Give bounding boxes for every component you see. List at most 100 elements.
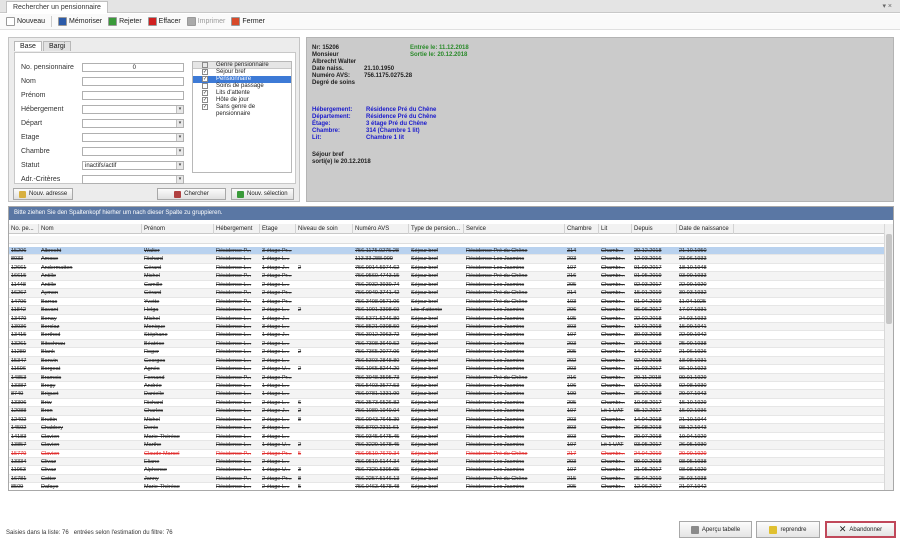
take-over-button[interactable]: reprendre	[756, 521, 820, 538]
delete-button[interactable]: Effacer	[147, 17, 181, 26]
cancel-button[interactable]: ✕ Abandonner	[825, 521, 896, 538]
field-input[interactable]: ▾	[82, 105, 184, 114]
table-row[interactable]: 13857 Clavien Marthe Résidence L... 1 étage …	[9, 441, 885, 450]
column-header[interactable]: Service	[464, 224, 565, 234]
field-input[interactable]: 0	[82, 63, 184, 72]
table-cell: Résidence Les Jasmins	[466, 383, 525, 389]
table-row[interactable]: 12661 Andermatten Gérard Résidence L... 1 ét…	[9, 264, 885, 273]
field-input[interactable]: ▾	[82, 133, 184, 142]
genre-item[interactable]: ✓ Séjour bref	[193, 69, 291, 76]
table-cell: Séjour bref	[411, 458, 438, 465]
table-row[interactable]: 13334 Clivaz Eliane Résidence L... 2 étage L…	[9, 457, 885, 467]
table-row[interactable]: 13936 Berclaz Monique Résidence L... 3 étage…	[9, 322, 885, 332]
chevron-down-icon[interactable]: ▾	[176, 106, 183, 113]
table-cell: Résidence P...	[216, 475, 252, 482]
print-button[interactable]: Imprimer	[186, 17, 225, 26]
checkbox[interactable]: ✓	[202, 76, 208, 82]
field-input[interactable]	[82, 91, 184, 100]
genre-item[interactable]: ✓ Hôte de jour	[193, 97, 291, 104]
table-row[interactable]: 16781 Cotter Janny Résidence P... 2 étage Pr…	[9, 474, 885, 484]
column-header[interactable]: Date de naissance	[677, 224, 734, 234]
table-row[interactable]: 13479 Benay Michel Résidence L... 1 étage J.…	[9, 315, 885, 323]
column-header[interactable]: Niveau de soin	[296, 224, 353, 234]
chevron-down-icon[interactable]: ▾	[176, 176, 183, 183]
field-label: Chambre	[21, 148, 50, 155]
table-row[interactable]: 13387 Bregy Andrée Résidence L... 1 étage L.…	[9, 382, 885, 391]
chevron-down-icon[interactable]: ▾	[176, 162, 183, 169]
scroll-thumb[interactable]	[886, 234, 892, 324]
table-row[interactable]: 8740 Briguet Danielle Résidence L... 1 étage…	[9, 390, 885, 399]
field-input[interactable]	[82, 77, 184, 86]
search-button[interactable]: Chercher	[157, 188, 226, 200]
field-input[interactable]: ▾	[82, 147, 184, 156]
column-header[interactable]: Numéro AVS	[353, 224, 409, 234]
new-address-button[interactable]: Nouv. adresse	[13, 188, 74, 200]
column-header[interactable]: Depuis	[632, 224, 677, 234]
table-cell: 15206	[11, 248, 27, 254]
table-row[interactable]: 11606 Borgeat Agnès Résidence L... 2 étage U…	[9, 365, 885, 374]
checkbox[interactable]: ✓	[202, 104, 208, 110]
genre-item[interactable]: Soins de passage	[193, 83, 291, 90]
table-row[interactable]: 8509 Dafaye Marie-Thérèse Résidence L... 2 é…	[9, 483, 885, 490]
column-header[interactable]: No. pe...	[9, 224, 39, 234]
genre-item[interactable]: ✓ Pensionnaire	[193, 76, 291, 83]
table-row[interactable]: 14706 Barras Yvette Résidence P... 1 étage P…	[9, 298, 885, 307]
checkbox[interactable]: ✓	[202, 69, 208, 75]
group-by-bar[interactable]: Bitte ziehen Sie den Spaltenkopf hierher…	[9, 207, 893, 220]
table-row[interactable]: 14853 Bramois Fernand Résidence P... 2 étage…	[9, 373, 885, 382]
vertical-scrollbar[interactable]	[884, 224, 893, 490]
table-row[interactable]: 13261 Bitschnau Béatrice Résidence L... 2 ét…	[9, 339, 885, 349]
table-cell: Lits d'attente	[411, 307, 443, 314]
checkbox[interactable]	[202, 83, 208, 89]
genre-item[interactable]: ✓ Lits d'attente	[193, 90, 291, 97]
table-cell: 26.05.1930	[679, 442, 707, 449]
table-row[interactable]: 13306 Briw Richard Résidence L... 2 étage L.…	[9, 399, 885, 408]
close-button[interactable]: Fermer	[231, 17, 265, 26]
table-row[interactable]: 14183 Clavien Marie-Thérèse Résidence L... 3…	[9, 433, 885, 442]
table-preview-button[interactable]: Aperçu tabelle	[679, 521, 752, 538]
genre-item[interactable]: ✓ Sans genre de pensionnaire	[193, 104, 291, 117]
table-row[interactable]: 16615 Antille Michel Résidence P... 2 étage …	[9, 272, 885, 281]
table-row[interactable]: 11842 Bavant Helga Résidence L... 2 étage L.…	[9, 306, 885, 315]
table-cell: 756.1089.1949.04	[355, 408, 400, 415]
table-row[interactable]: 15206 Albrecht Walter Résidence P... 3 étage…	[9, 247, 885, 256]
table-row[interactable]: 11963 Clivaz Alphonse Résidence L... 1 étage…	[9, 466, 885, 475]
table-cell: Résidence Les Jasmins	[466, 340, 525, 347]
checkbox[interactable]: ✓	[202, 90, 208, 96]
column-header[interactable]: Hébergement	[214, 224, 260, 234]
column-header[interactable]: Lit	[599, 224, 632, 234]
table-cell: 8033	[11, 256, 24, 263]
chevron-down-icon[interactable]: ▾	[176, 148, 183, 155]
table-row[interactable]: 14502 Chabbey Denis Résidence L... 3 étage L…	[9, 424, 885, 433]
field-input[interactable]: inactifs/actif ▾	[82, 161, 184, 170]
column-header[interactable]: Etage	[260, 224, 296, 234]
column-header[interactable]: Prénom	[142, 224, 214, 234]
new-button[interactable]: Nouveau	[6, 17, 45, 26]
table-row[interactable]: 13415 Berthod Stéphane Résidence L... 1 étag…	[9, 331, 885, 340]
field-input[interactable]: ▾	[82, 119, 184, 128]
table-row[interactable]: 8033 Amose Richard Résidence L... 1 étage L.…	[9, 255, 885, 264]
table-row[interactable]: 12402 Bruttin Michel Résidence L... 2 étage …	[9, 416, 885, 425]
column-header[interactable]: Type de pension...	[409, 224, 464, 234]
table-cell: Résidence L...	[216, 315, 252, 322]
field-input[interactable]: ▾	[82, 175, 184, 184]
tab-controls[interactable]: ▾ ×	[882, 2, 892, 10]
column-header[interactable]: Nom	[39, 224, 142, 234]
checkbox[interactable]: ✓	[202, 97, 208, 103]
reject-button[interactable]: Rejeter	[108, 17, 142, 26]
filter-row[interactable]	[9, 236, 885, 244]
table-row[interactable]: 12088 Bron Charles Résidence L... 2 étage J.…	[9, 407, 885, 416]
document-tab[interactable]: Rechercher un pensionnaire	[6, 1, 108, 13]
table-row[interactable]: 15347 Bonvin Georges Résidence L... 2 étage …	[9, 356, 885, 366]
save-button[interactable]: Mémoriser	[58, 17, 102, 26]
new-selection-button[interactable]: Nouv. sélection	[231, 188, 294, 200]
tab-bargi[interactable]: Bargi	[42, 41, 72, 51]
table-row[interactable]: 15779 Clavien Claude Marcel Résidence P... 2…	[9, 450, 885, 458]
column-header[interactable]: Chambre	[565, 224, 599, 234]
table-row[interactable]: 11289 Blank Roger Résidence L... 2 étage L..…	[9, 348, 885, 357]
chevron-down-icon[interactable]: ▾	[176, 134, 183, 141]
chevron-down-icon[interactable]: ▾	[176, 120, 183, 127]
tab-base[interactable]: Base	[14, 41, 42, 51]
table-row[interactable]: 16267 Aymon Gérard Résidence P... 2 étage Pr…	[9, 289, 885, 298]
table-row[interactable]: 11448 Antille Camille Résidence L... 2 étage…	[9, 281, 885, 290]
